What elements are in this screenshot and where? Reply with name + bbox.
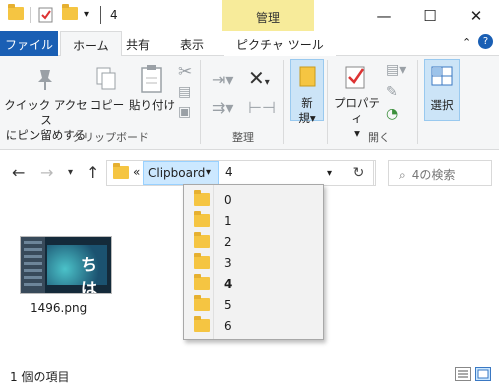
- ribbon-separator: [417, 60, 418, 144]
- dropdown-item-label: 3: [224, 255, 232, 270]
- search-placeholder: 4の検索: [411, 168, 456, 182]
- thumbnail-sidebar: [24, 241, 42, 289]
- thumbnail-text: ちは: [81, 255, 98, 294]
- refresh-icon[interactable]: ↻: [344, 160, 374, 186]
- tab-file[interactable]: ファイル: [0, 31, 58, 56]
- manage-context-tab: 管理: [222, 0, 314, 31]
- dropdown-item-current[interactable]: 4: [184, 273, 323, 294]
- ribbon-collapse-icon[interactable]: ⌃: [462, 36, 471, 49]
- folder-icon: [8, 4, 24, 20]
- title-bar: ▾ 4 管理 — ☐ ✕: [0, 0, 499, 31]
- dropdown-item[interactable]: 0: [184, 189, 323, 210]
- search-icon: ⌕: [399, 168, 406, 182]
- window-title: 4: [110, 8, 118, 22]
- dropdown-item-label: 0: [224, 192, 232, 207]
- properties-check-icon[interactable]: [38, 7, 54, 23]
- dropdown-item[interactable]: 6: [184, 315, 323, 336]
- new-folder-icon: [299, 66, 317, 91]
- ribbon-separator: [283, 60, 284, 144]
- up-arrow-icon[interactable]: ↑: [86, 163, 99, 182]
- tab-view[interactable]: 表示: [168, 31, 216, 56]
- divider: [30, 7, 31, 23]
- dropdown-item-label: 1: [224, 213, 232, 228]
- copy-icon: [94, 66, 118, 95]
- search-input[interactable]: ⌕ 4の検索: [388, 160, 492, 186]
- breadcrumb-clipboard[interactable]: Clipboard ▾: [143, 161, 219, 185]
- folder-icon: [194, 211, 210, 227]
- paste-icon: [139, 64, 165, 97]
- folder-icon: [194, 190, 210, 206]
- cut-icon[interactable]: ✂: [178, 62, 192, 82]
- move-to-icon[interactable]: ⇥▾: [212, 70, 233, 89]
- minimize-button[interactable]: —: [361, 0, 407, 31]
- history-icon[interactable]: ◔: [386, 106, 398, 122]
- dropdown-item-label: 6: [224, 318, 232, 333]
- open-icon[interactable]: ▤▾: [386, 62, 406, 78]
- item-count: 1 個の項目: [10, 370, 70, 384]
- paste-shortcut-icon[interactable]: ▣: [178, 104, 191, 120]
- open-group-label: 開く: [368, 131, 390, 144]
- maximize-button[interactable]: ☐: [407, 0, 453, 31]
- new-label: 新 規▾: [290, 96, 324, 126]
- pin-label-line1: クイック アクセス: [4, 98, 88, 127]
- copy-path-icon[interactable]: ▤: [178, 84, 191, 100]
- breadcrumb-clipboard-label: Clipboard: [148, 166, 206, 180]
- dropdown-item[interactable]: 2: [184, 231, 323, 252]
- file-name[interactable]: 1496.png: [30, 301, 87, 315]
- folder-icon: [194, 232, 210, 248]
- pin-icon: [34, 66, 58, 95]
- file-thumbnail[interactable]: ちは: [20, 236, 112, 294]
- tab-share[interactable]: 共有: [114, 31, 162, 56]
- new-folder-quick-icon[interactable]: [62, 4, 78, 20]
- close-button[interactable]: ✕: [453, 0, 499, 31]
- folder-icon: [194, 274, 210, 290]
- status-bar: 1 個の項目: [0, 363, 499, 387]
- edit-icon[interactable]: ✎: [386, 84, 398, 100]
- properties-icon: [344, 64, 368, 93]
- folder-icon: [194, 295, 210, 311]
- dropdown-item-label: 5: [224, 297, 232, 312]
- dropdown-item[interactable]: 1: [184, 210, 323, 231]
- address-folder-icon: [113, 163, 129, 179]
- forward-arrow-icon[interactable]: →: [40, 163, 53, 182]
- clipboard-group-label: クリップボード: [72, 131, 149, 144]
- title-separator: [100, 6, 101, 24]
- dropdown-item-label: 2: [224, 234, 232, 249]
- qa-dropdown-icon[interactable]: ▾: [84, 9, 89, 20]
- overflow-chevron[interactable]: «: [133, 165, 140, 179]
- details-view-icon[interactable]: [455, 367, 471, 381]
- dropdown-item-label: 4: [224, 276, 233, 291]
- ribbon: クイック アクセス にピン留めする コピー 貼り付け ✂ ▤ ▣ クリップボード…: [0, 56, 499, 150]
- breadcrumb-dropdown: 0 1 2 3 4 5 6: [183, 184, 324, 340]
- dropdown-item[interactable]: 5: [184, 294, 323, 315]
- back-arrow-icon[interactable]: ←: [12, 163, 25, 182]
- ribbon-tabs: ファイル ホーム 共有 表示 ピクチャ ツール ⌃ ?: [0, 31, 499, 57]
- address-bar[interactable]: « Clipboard ▾ 4 ▾: [106, 160, 376, 186]
- select-grid-icon: [431, 66, 453, 89]
- folder-icon: [194, 253, 210, 269]
- address-history-chevron[interactable]: ▾: [327, 168, 332, 179]
- paste-button[interactable]: 貼り付け: [127, 98, 177, 113]
- copy-button[interactable]: コピー: [86, 98, 128, 113]
- recent-locations-icon[interactable]: ▾: [68, 167, 73, 178]
- folder-icon: [194, 316, 210, 332]
- ribbon-separator: [327, 60, 328, 144]
- breadcrumb-current[interactable]: 4: [225, 165, 233, 179]
- new-label-line2-text: 規: [298, 111, 310, 125]
- breadcrumb-chevron-down-icon[interactable]: ▾: [206, 167, 211, 178]
- large-icons-view-icon[interactable]: [475, 367, 491, 381]
- dropdown-item[interactable]: 3: [184, 252, 323, 273]
- properties-label: プロパティ: [334, 96, 380, 125]
- rename-icon[interactable]: ⊢⊣: [248, 98, 276, 117]
- ribbon-separator: [200, 60, 201, 144]
- new-label-line1: 新: [301, 96, 313, 110]
- tab-picture-tools[interactable]: ピクチャ ツール: [224, 31, 336, 56]
- copy-to-icon[interactable]: ⇉▾: [212, 98, 233, 117]
- new-label-line2: 規▾: [298, 111, 316, 125]
- help-icon[interactable]: ?: [478, 34, 493, 49]
- select-label: 選択: [430, 98, 454, 112]
- tab-home[interactable]: ホーム: [60, 31, 122, 57]
- organize-group-label: 整理: [232, 131, 254, 144]
- delete-icon[interactable]: ✕▾: [248, 66, 270, 90]
